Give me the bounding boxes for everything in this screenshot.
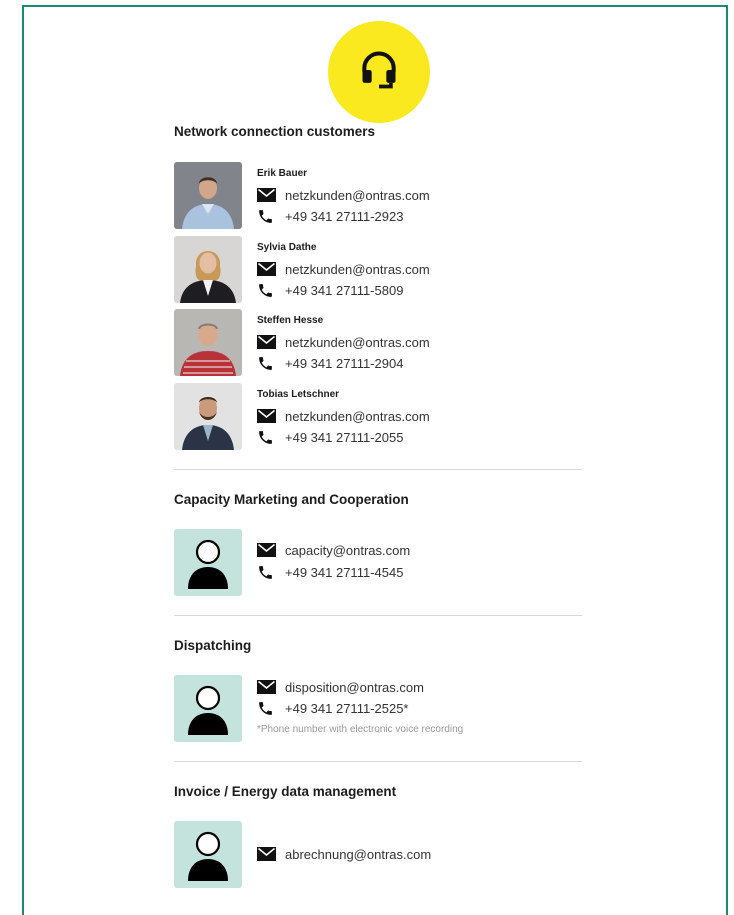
mail-icon [257, 334, 277, 350]
phone-link[interactable]: +49 341 27111-2525* [285, 701, 409, 716]
avatar [174, 236, 242, 303]
section-title-dispatching: Dispatching [174, 638, 252, 653]
contact-capacity: capacity@ontras.com +49 341 27111-4545 [174, 529, 574, 597]
mail-icon [257, 187, 277, 203]
contact-steffen-hesse: Steffen Hesse netzkunden@ontras.com +49 … [174, 309, 574, 377]
avatar [174, 162, 242, 229]
support-badge [328, 21, 430, 123]
mail-icon [257, 542, 277, 558]
mail-icon [257, 408, 277, 424]
phone-link[interactable]: +49 341 27111-2923 [285, 209, 403, 224]
person-placeholder-icon [174, 675, 242, 742]
mail-icon [257, 261, 277, 277]
person-placeholder-icon [174, 529, 242, 596]
contact-invoice: abrechnung@ontras.com [174, 821, 574, 889]
contact-card [22, 5, 728, 915]
email-link[interactable]: abrechnung@ontras.com [285, 847, 431, 862]
contact-name: Tobias Letschner [257, 389, 340, 400]
contact-name: Sylvia Dathe [257, 242, 317, 253]
voice-recording-note: *Phone number with electronic voice reco… [257, 724, 464, 735]
email-link[interactable]: capacity@ontras.com [285, 543, 410, 558]
email-link[interactable]: disposition@ontras.com [285, 680, 424, 695]
avatar [174, 309, 242, 376]
divider [174, 761, 582, 762]
phone-link[interactable]: +49 341 27111-5809 [285, 283, 403, 298]
section-title-capacity: Capacity Marketing and Cooperation [174, 492, 409, 507]
email-link[interactable]: netzkunden@ontras.com [285, 262, 430, 277]
section-title-network: Network connection customers [174, 124, 376, 139]
email-link[interactable]: netzkunden@ontras.com [285, 335, 430, 350]
headset-icon [357, 48, 401, 97]
person-placeholder-icon [174, 821, 242, 888]
contact-name: Erik Bauer [257, 168, 308, 179]
mail-icon [257, 846, 277, 862]
phone-link[interactable]: +49 341 27111-2904 [285, 356, 403, 371]
phone-icon [257, 282, 277, 298]
contact-tobias-letschner: Tobias Letschner netzkunden@ontras.com +… [174, 383, 574, 451]
contact-erik-bauer: Erik Bauer netzkunden@ontras.com +49 341… [174, 162, 574, 230]
contact-sylvia-dathe: Sylvia Dathe netzkunden@ontras.com +49 3… [174, 236, 574, 304]
divider [174, 469, 582, 470]
contact-name: Steffen Hesse [257, 315, 324, 326]
mail-icon [257, 679, 277, 695]
email-link[interactable]: netzkunden@ontras.com [285, 409, 430, 424]
phone-link[interactable]: +49 341 27111-4545 [285, 565, 403, 580]
phone-icon [257, 355, 277, 371]
phone-icon [257, 208, 277, 224]
phone-link[interactable]: +49 341 27111-2055 [285, 430, 403, 445]
phone-icon [257, 700, 277, 716]
phone-icon [257, 564, 277, 580]
avatar [174, 383, 242, 450]
divider [174, 615, 582, 616]
section-title-invoice: Invoice / Energy data management [174, 784, 397, 799]
contact-dispatching: disposition@ontras.com +49 341 27111-252… [174, 675, 574, 743]
phone-icon [257, 429, 277, 445]
email-link[interactable]: netzkunden@ontras.com [285, 188, 430, 203]
